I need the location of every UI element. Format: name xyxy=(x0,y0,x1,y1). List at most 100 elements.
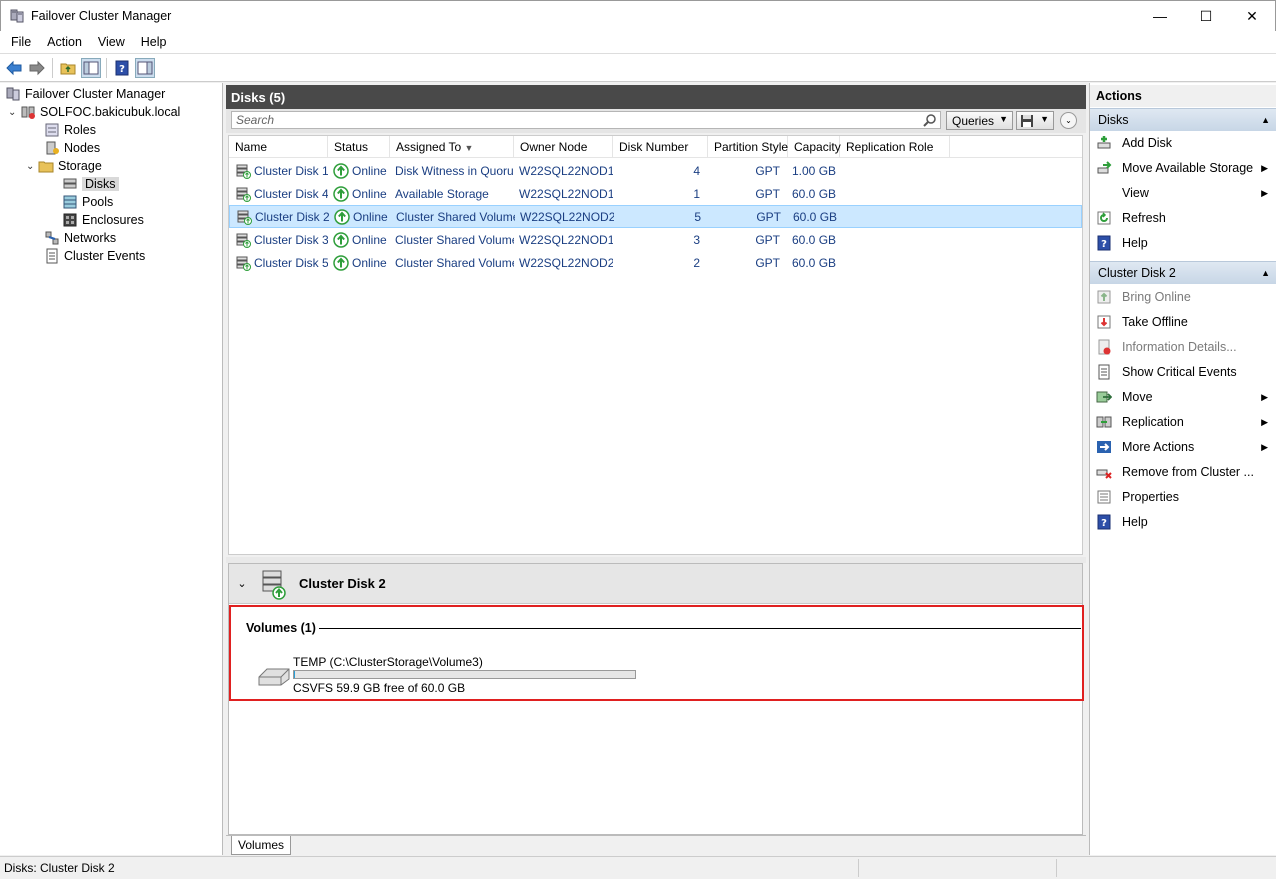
forward-button[interactable] xyxy=(27,58,47,78)
action-move-available-storage[interactable]: Move Available Storage ▶ xyxy=(1090,156,1276,180)
table-row[interactable]: Cluster Disk 2 Online Cluster Shared Volum… xyxy=(229,205,1082,228)
toolbar-separator xyxy=(52,57,53,78)
action-more-actions[interactable]: More Actions ▶ xyxy=(1090,435,1276,459)
col-partition-style[interactable]: Partition Style xyxy=(708,136,788,157)
svg-text:?: ? xyxy=(119,64,125,75)
action-information-details[interactable]: Information Details... xyxy=(1090,335,1276,359)
collapse-chevron-icon[interactable]: ⌄ xyxy=(8,107,20,118)
cell-owner: W22SQL22NOD1 xyxy=(519,186,613,201)
search-row: Search Queries ▼ ▼ ⌄ xyxy=(226,109,1086,133)
actions-title: Actions xyxy=(1090,85,1276,107)
cell-style: GPT xyxy=(755,255,780,270)
table-row[interactable]: Cluster Disk 5 Online Cluster Shared Volum… xyxy=(229,251,1082,274)
action-refresh[interactable]: Refresh xyxy=(1090,206,1276,230)
tree-cluster-events[interactable]: Cluster Events xyxy=(44,247,145,265)
online-status-icon xyxy=(333,231,349,248)
action-help[interactable]: ? Help xyxy=(1090,231,1276,255)
tree-nodes[interactable]: Nodes xyxy=(44,139,100,157)
up-folder-button[interactable] xyxy=(58,58,78,78)
action-move[interactable]: Move ▶ xyxy=(1090,385,1276,409)
actions-section-disks[interactable]: Disks ▲ xyxy=(1090,108,1276,131)
cell-assigned: Cluster Shared Volume xyxy=(395,232,514,247)
tree-pools[interactable]: Pools xyxy=(62,193,113,211)
tree-networks[interactable]: Networks xyxy=(44,229,116,247)
table-row[interactable]: Cluster Disk 4 Online Available Storage W22… xyxy=(229,182,1082,205)
remove-icon xyxy=(1096,469,1112,479)
back-button[interactable] xyxy=(4,58,24,78)
search-input[interactable]: Search xyxy=(231,111,941,129)
menu-view[interactable]: View xyxy=(90,35,133,49)
cell-assigned: Disk Witness in Quorum xyxy=(395,163,514,178)
col-replication-role[interactable]: Replication Role xyxy=(840,136,950,157)
cell-number: 1 xyxy=(693,186,700,201)
show-hide-action-pane-button[interactable] xyxy=(135,57,155,78)
tree-disks[interactable]: Disks xyxy=(62,175,119,193)
tree-storage[interactable]: ⌄ Storage xyxy=(26,157,102,175)
save-icon xyxy=(1021,114,1033,127)
status-divider xyxy=(1056,859,1057,877)
cell-number: 4 xyxy=(693,163,700,178)
close-button[interactable]: ✕ xyxy=(1229,1,1275,31)
table-row[interactable]: Cluster Disk 3 Online Cluster Shared Volum… xyxy=(229,228,1082,251)
view-spacer-icon xyxy=(1096,185,1112,201)
menu-help[interactable]: Help xyxy=(133,35,175,49)
action-replication[interactable]: Replication ▶ xyxy=(1090,410,1276,434)
action-bring-online[interactable]: Bring Online xyxy=(1090,285,1276,309)
queries-button[interactable]: Queries ▼ xyxy=(946,111,1013,130)
cluster-icon xyxy=(21,106,35,119)
submenu-arrow-icon: ▶ xyxy=(1261,441,1268,452)
action-take-offline[interactable]: Take Offline xyxy=(1090,310,1276,334)
cell-name: Cluster Disk 3 xyxy=(229,232,328,248)
action-show-critical-events[interactable]: Show Critical Events xyxy=(1090,360,1276,384)
cell-capacity: 1.00 GB xyxy=(792,163,837,178)
cell-style: GPT xyxy=(755,232,780,247)
grid-header: Name Status Assigned To ▼ Owner Node Dis… xyxy=(229,136,1082,158)
action-add-disk[interactable]: Add Disk xyxy=(1090,131,1276,155)
action-view[interactable]: View ▶ xyxy=(1090,181,1276,205)
disks-grid: Name Status Assigned To ▼ Owner Node Dis… xyxy=(228,135,1083,555)
col-name[interactable]: Name xyxy=(229,136,328,157)
menu-action[interactable]: Action xyxy=(39,35,90,49)
cell-assigned: Cluster Shared Volume xyxy=(395,255,514,270)
action-remove-from-cluster[interactable]: Remove from Cluster ... xyxy=(1090,460,1276,484)
properties-icon xyxy=(1097,490,1111,504)
volume-name[interactable]: TEMP (C:\ClusterStorage\Volume3) xyxy=(293,655,483,669)
online-status-icon xyxy=(334,208,350,225)
col-assigned-to[interactable]: Assigned To ▼ xyxy=(390,136,514,157)
col-owner-node[interactable]: Owner Node xyxy=(514,136,613,157)
actions-section-cluster-disk[interactable]: Cluster Disk 2 ▲ xyxy=(1090,261,1276,284)
cluster-disk-large-icon xyxy=(262,570,286,600)
cell-capacity: 60.0 GB xyxy=(792,186,837,201)
collapse-up-icon[interactable]: ▲ xyxy=(1261,109,1270,132)
action-help[interactable]: ? Help xyxy=(1090,510,1276,534)
move-icon xyxy=(1096,391,1112,403)
search-icon[interactable] xyxy=(923,113,937,127)
collapse-chevron-icon[interactable]: ⌄ xyxy=(231,577,253,590)
console-tree: Failover Cluster Manager ⌄ SOLFOC.bakicu… xyxy=(0,83,223,855)
volumes-divider xyxy=(319,628,1081,629)
col-status[interactable]: Status xyxy=(328,136,390,157)
expand-collapse-icon[interactable]: ⌄ xyxy=(1060,112,1077,129)
events-icon xyxy=(46,248,58,264)
help-book-icon: ? xyxy=(1097,235,1111,251)
col-disk-number[interactable]: Disk Number xyxy=(613,136,708,157)
tree-root[interactable]: Failover Cluster Manager xyxy=(5,85,165,103)
collapse-up-icon[interactable]: ▲ xyxy=(1261,262,1270,285)
help-button[interactable]: ? xyxy=(112,58,132,78)
save-query-button[interactable]: ▼ xyxy=(1016,111,1054,130)
table-row[interactable]: Cluster Disk 1 Online Disk Witness in Quor… xyxy=(229,159,1082,182)
tree-roles[interactable]: Roles xyxy=(44,121,96,139)
tree-enclosures[interactable]: Enclosures xyxy=(62,211,144,229)
collapse-chevron-icon[interactable]: ⌄ xyxy=(26,161,38,172)
detail-tab-bar: Volumes xyxy=(226,835,1086,855)
tree-cluster[interactable]: ⌄ SOLFOC.bakicubuk.local xyxy=(8,103,180,121)
menu-file[interactable]: File xyxy=(3,35,39,49)
minimize-button[interactable]: — xyxy=(1137,1,1183,31)
show-hide-tree-button[interactable] xyxy=(81,57,101,78)
folder-up-icon xyxy=(60,63,76,74)
maximize-button[interactable]: ☐ xyxy=(1183,1,1229,31)
tab-volumes[interactable]: Volumes xyxy=(231,836,292,855)
menu-bar: File Action View Help xyxy=(0,31,1276,53)
action-properties[interactable]: Properties xyxy=(1090,485,1276,509)
col-capacity[interactable]: Capacity xyxy=(788,136,841,157)
